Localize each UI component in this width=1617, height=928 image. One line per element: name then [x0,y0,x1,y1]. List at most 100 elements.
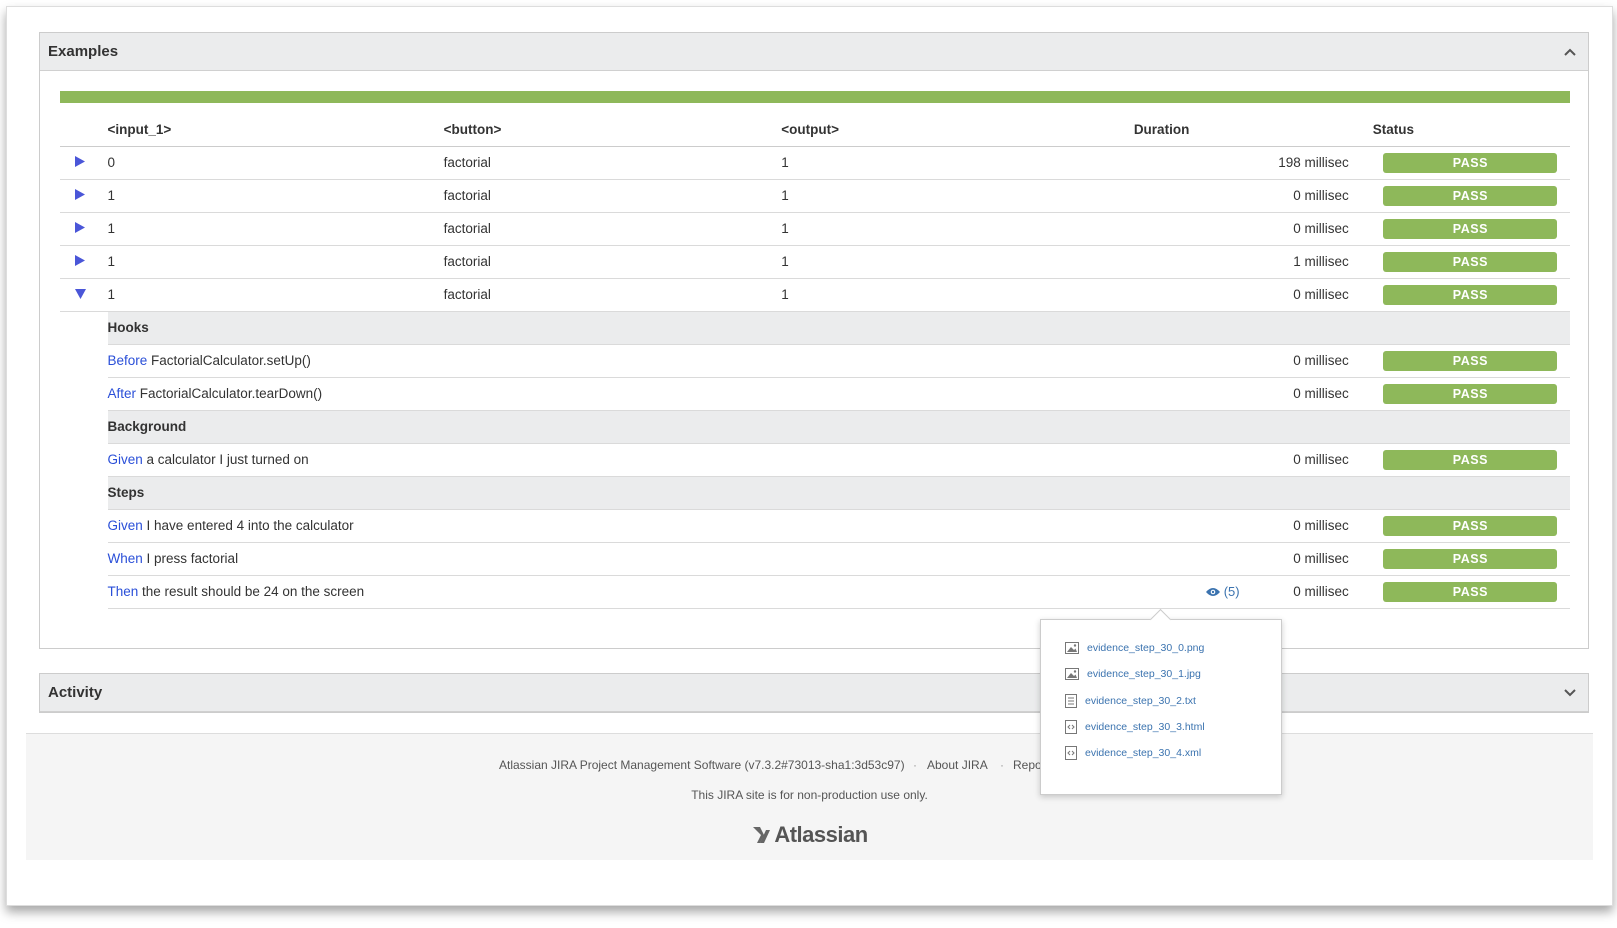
hook-row: After FactorialCalculator.tearDown() 0 m… [60,377,1570,411]
hooks-section-header: Hooks [60,311,1570,345]
evidence-popup: evidence_step_30_0.png evidence_step_30_… [1040,619,1282,795]
table-row[interactable]: 1 factorial 1 0 millisec PASS [60,212,1570,246]
background-section-header: Background [60,410,1570,444]
atlassian-wordmark: Atlassian [774,822,868,847]
expand-arrow-icon[interactable] [75,221,85,236]
cell-output: 1 [781,245,1134,279]
cell-duration: 198 millisec [1133,146,1373,180]
col-header-duration: Duration [1133,113,1373,147]
cell-input: 1 [107,245,444,279]
evidence-toggle[interactable]: (5) [1205,584,1244,599]
about-jira-link[interactable]: About JIRA [927,758,988,772]
step-keyword: Given [107,518,143,533]
cell-output: 1 [781,146,1134,180]
footer: Atlassian JIRA Project Management Softwa… [26,733,1593,860]
cell-output: 1 [781,278,1134,312]
progress-bar [60,91,1570,103]
cell-duration: 0 millisec [1133,179,1373,213]
evidence-file-name: evidence_step_30_2.txt [1085,695,1196,707]
evidence-file-name: evidence_step_30_4.xml [1085,747,1202,759]
activity-header[interactable]: Activity [40,674,1588,712]
evidence-file-link[interactable]: evidence_step_30_2.txt [1065,694,1196,708]
activity-title: Activity [48,684,103,701]
evidence-file-name: evidence_step_30_3.html [1085,721,1205,733]
collapse-arrow-icon[interactable] [75,287,86,302]
step-keyword: Given [107,452,143,467]
status-badge: PASS [1383,581,1558,602]
evidence-file-link[interactable]: evidence_step_30_0.png [1065,642,1204,654]
footer-separator: · [913,758,917,772]
table-row[interactable]: 1 factorial 1 0 millisec PASS [60,179,1570,213]
examples-header[interactable]: Examples [40,33,1588,71]
evidence-file-link[interactable]: evidence_step_30_1.jpg [1065,668,1201,680]
cell-button: factorial [443,212,782,246]
chevron-down-icon[interactable] [1560,683,1580,703]
table-header-row: <input_1> <button> <output> Duration Sta… [60,113,1570,147]
status-badge: PASS [1383,515,1558,536]
image-file-icon [1065,642,1079,654]
cell-input: 1 [107,212,444,246]
status-badge: PASS [1383,152,1558,173]
background-step-row: Given a calculator I just turned on 0 mi… [60,443,1570,477]
cell-duration: 0 millisec [1133,542,1373,576]
step-text: I have entered 4 into the calculator [142,518,354,533]
step-duration: 0 millisec [1293,584,1349,599]
cell-duration: 1 millisec [1133,245,1373,279]
chevron-up-icon[interactable] [1560,42,1580,62]
cell-duration: 0 millisec [1133,509,1373,543]
step-row: Then the result should be 24 on the scre… [60,575,1570,609]
status-badge: PASS [1383,251,1558,272]
step-text: the result should be 24 on the screen [138,584,365,599]
atlassian-logo[interactable]: Atlassian [26,822,1593,848]
steps-title: Steps [107,476,1570,510]
expand-arrow-icon[interactable] [75,155,85,170]
table-row-expanded[interactable]: 1 factorial 1 0 millisec PASS [60,278,1570,312]
step-text: FactorialCalculator.tearDown() [136,386,323,401]
cell-duration: 0 millisec [1133,278,1373,312]
footer-notice: This JIRA site is for non-production use… [691,788,928,802]
cell-duration: 0 millisec [1133,443,1373,477]
cell-output: 1 [781,179,1134,213]
expand-arrow-icon[interactable] [75,254,85,269]
step-text: a calculator I just turned on [142,452,309,467]
table-row[interactable]: 0 factorial 1 198 millisec PASS [60,146,1570,180]
cell-duration: 0 millisec [1133,212,1373,246]
status-badge: PASS [1383,548,1558,569]
step-keyword: Then [107,584,139,599]
table-row[interactable]: 1 factorial 1 1 millisec PASS [60,245,1570,279]
status-badge: PASS [1383,449,1558,470]
page-frame: Examples <input_1> <button> <output> Dur… [6,6,1613,906]
examples-table: <input_1> <button> <output> Duration Sta… [60,113,1570,609]
hook-row: Before FactorialCalculator.setUp() 0 mil… [60,344,1570,378]
cell-input: 1 [107,179,444,213]
status-badge: PASS [1383,383,1558,404]
code-file-icon [1065,746,1077,760]
cell-input: 1 [107,278,444,312]
activity-panel: Activity [39,673,1589,713]
footer-software: Atlassian JIRA Project Management Softwa… [499,758,905,772]
step-text: FactorialCalculator.setUp() [147,353,311,368]
step-keyword: After [107,386,137,401]
cell-duration: 0 millisec [1133,377,1373,411]
cell-button: factorial [443,179,782,213]
step-keyword: Before [107,353,148,368]
step-text: I press factorial [142,551,239,566]
col-header-status: Status [1372,113,1570,147]
cell-button: factorial [443,146,782,180]
background-title: Background [107,410,1570,444]
eye-icon [1205,588,1220,596]
cell-button: factorial [443,245,782,279]
evidence-file-link[interactable]: evidence_step_30_4.xml [1065,746,1201,760]
cell-duration: 0 millisec [1133,344,1373,378]
hooks-title: Hooks [107,311,1570,345]
step-keyword: When [107,551,143,566]
evidence-count: (5) [1223,584,1240,599]
evidence-file-link[interactable]: evidence_step_30_3.html [1065,720,1205,734]
cell-output: 1 [781,212,1134,246]
toggle-col-header [60,113,108,147]
col-header-button: <button> [443,113,782,147]
image-file-icon [1065,668,1079,680]
expand-arrow-icon[interactable] [75,188,85,203]
cell-button: factorial [443,278,782,312]
status-badge: PASS [1383,350,1558,371]
